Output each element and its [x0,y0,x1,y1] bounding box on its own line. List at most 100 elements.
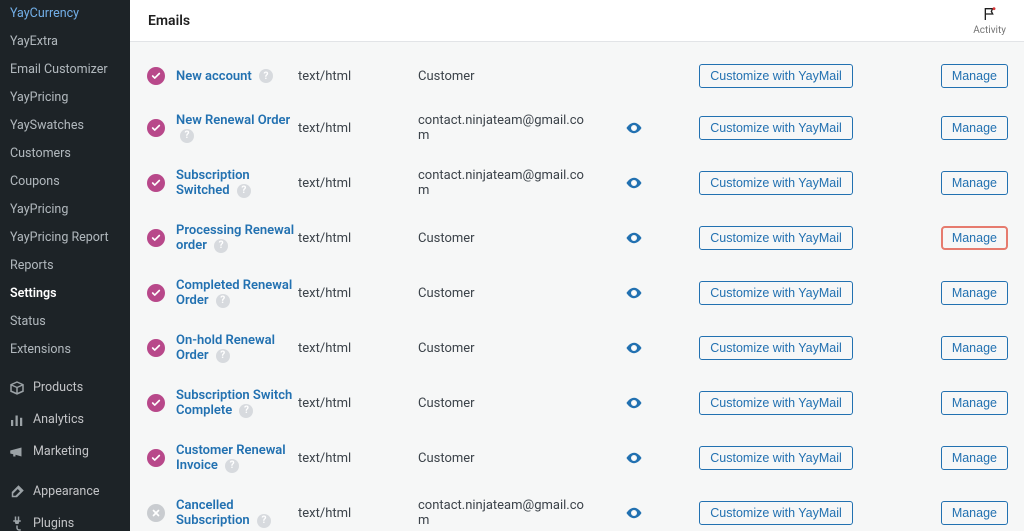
help-icon[interactable]: ? [216,349,230,363]
sidebar-item-appearance[interactable]: Appearance [0,476,130,508]
preview-icon[interactable] [625,504,643,522]
manage-button[interactable]: Manage [941,171,1008,195]
sidebar-item-settings[interactable]: Settings [0,280,130,308]
sidebar-item-yaycurrency[interactable]: YayCurrency [0,0,130,28]
status-enabled-icon[interactable] [147,449,165,467]
help-icon[interactable]: ? [239,404,253,418]
sidebar-item-extensions[interactable]: Extensions [0,336,130,364]
sidebar-item-reports[interactable]: Reports [0,252,130,280]
status-disabled-icon[interactable] [147,504,165,522]
help-icon[interactable]: ? [216,294,230,308]
sidebar-item-label: YaySwatches [10,117,84,135]
manage-button[interactable]: Manage [941,64,1008,88]
sidebar-item-plugins[interactable]: Plugins [0,508,130,531]
preview-icon[interactable] [625,284,643,302]
sidebar-item-customers[interactable]: Customers [0,140,130,168]
sidebar-item-yaypricing[interactable]: YayPricing [0,196,130,224]
activity-label: Activity [973,25,1006,36]
sidebar-item-yayextra[interactable]: YayExtra [0,28,130,56]
customize-button[interactable]: Customize with YayMail [699,226,853,250]
sidebar-item-analytics[interactable]: Analytics [0,404,130,436]
sidebar-item-label: Email Customizer [10,61,108,79]
status-enabled-icon[interactable] [147,119,165,137]
help-icon[interactable]: ? [257,514,271,528]
manage-button[interactable]: Manage [941,446,1008,470]
preview-icon[interactable] [625,339,643,357]
sidebar-item-label: Appearance [33,483,100,501]
customize-button[interactable]: Customize with YayMail [699,446,853,470]
status-enabled-icon[interactable] [147,229,165,247]
email-title-link[interactable]: New Renewal Order [176,113,290,128]
preview-icon[interactable] [625,229,643,247]
bars-icon [8,411,26,429]
customize-button[interactable]: Customize with YayMail [699,391,853,415]
manage-button[interactable]: Manage [941,281,1008,305]
status-enabled-icon[interactable] [147,174,165,192]
customize-button[interactable]: Customize with YayMail [699,281,853,305]
sidebar-item-label: Reports [10,257,54,275]
email-row: Cancelled Subscription ?text/htmlcontact… [140,486,1014,531]
status-enabled-icon[interactable] [147,284,165,302]
content-type: text/html [298,231,418,246]
content-type: text/html [298,176,418,191]
status-enabled-icon[interactable] [147,67,165,85]
sidebar-submenu: YayCurrencyYayExtra Email Customizer YayPr… [0,0,130,364]
help-icon[interactable]: ? [214,239,228,253]
help-icon[interactable]: ? [259,69,273,83]
help-icon[interactable]: ? [237,184,251,198]
plug-icon [8,515,26,531]
recipient: Customer [418,341,593,356]
email-row: Subscription Switch Complete ?text/htmlC… [140,376,1014,431]
sidebar-item-marketing[interactable]: Marketing [0,436,130,468]
email-row: Customer Renewal Invoice ?text/htmlCusto… [140,431,1014,486]
preview-icon[interactable] [625,174,643,192]
customize-button[interactable]: Customize with YayMail [699,501,853,525]
main-area: Emails Activity New account ?text/htmlCu… [130,0,1024,531]
sidebar-item-coupons[interactable]: Coupons [0,168,130,196]
sidebar-item-label: Coupons [10,173,60,191]
preview-icon[interactable] [625,449,643,467]
manage-button[interactable]: Manage [941,501,1008,525]
recipient: contact.ninjateam@gmail.com [418,498,593,528]
preview-icon[interactable] [625,119,643,137]
customize-button[interactable]: Customize with YayMail [699,64,853,88]
sidebar-item-yaypricing-report[interactable]: YayPricing Report [0,224,130,252]
sidebar-item-label: YayPricing [10,201,68,219]
help-icon[interactable]: ? [225,459,239,473]
customize-button[interactable]: Customize with YayMail [699,116,853,140]
manage-button[interactable]: Manage [941,116,1008,140]
email-title-link[interactable]: Cancelled Subscription [176,498,250,528]
help-icon[interactable]: ? [180,129,194,143]
activity-button[interactable]: Activity [973,6,1006,36]
preview-icon[interactable] [625,394,643,412]
sidebar-item-products[interactable]: Products [0,372,130,404]
sidebar-item-yayswatches[interactable]: YaySwatches [0,112,130,140]
brush-icon [8,483,26,501]
email-title-link[interactable]: Completed Renewal Order [176,278,292,308]
sidebar-item-label: Analytics [33,411,84,429]
email-title-link[interactable]: New account [176,69,252,84]
manage-button[interactable]: Manage [941,336,1008,360]
status-enabled-icon[interactable] [147,339,165,357]
status-enabled-icon[interactable] [147,394,165,412]
sidebar-item-email-customizer[interactable]: Email Customizer [0,56,130,84]
email-row: Subscription Switched ?text/htmlcontact.… [140,156,1014,211]
sidebar-item-label: YayPricing Report [10,229,109,247]
flag-icon [982,6,998,25]
email-row: New account ?text/htmlCustomerCustomize … [140,52,1014,101]
sidebar-item-label: Customers [10,145,71,163]
content-type: text/html [298,396,418,411]
sidebar-item-yaypricing[interactable]: YayPricing [0,84,130,112]
customize-button[interactable]: Customize with YayMail [699,336,853,360]
content-type: text/html [298,451,418,466]
manage-button[interactable]: Manage [941,391,1008,415]
sidebar-item-status[interactable]: Status [0,308,130,336]
customize-button[interactable]: Customize with YayMail [699,171,853,195]
manage-button[interactable]: Manage [941,226,1008,250]
content-type: text/html [298,286,418,301]
recipient: Customer [418,396,593,411]
box-icon [8,379,26,397]
email-row: Processing Renewal order ? text/html Custo… [140,211,1014,266]
email-title-link[interactable]: Processing Renewal order [176,223,294,253]
email-title-link[interactable]: Subscription Switch Complete [176,388,292,418]
